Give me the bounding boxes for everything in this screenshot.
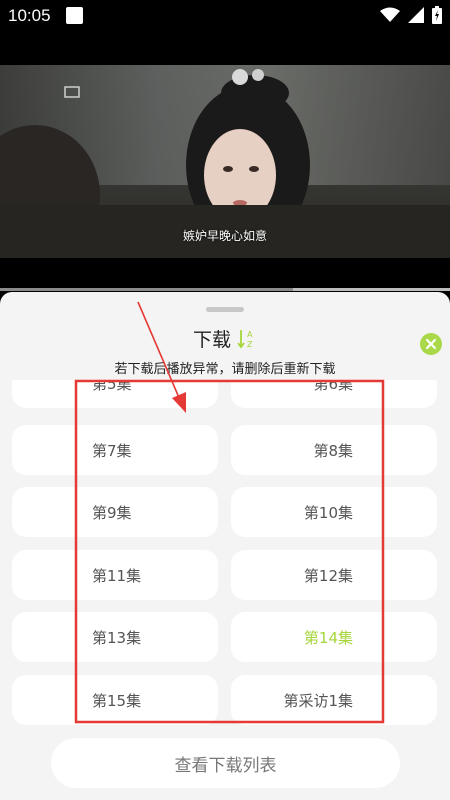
episode-item[interactable]: 第10集 [231,487,437,537]
svg-text:A: A [247,330,253,339]
sheet-header: 下载 A Z [0,325,450,352]
status-bar: 10:05 [0,0,450,32]
close-icon [425,338,437,350]
cast-icon[interactable] [64,85,80,101]
episode-item[interactable]: 第6集 [231,380,437,408]
notification-icon [66,7,83,24]
video-progress-bar[interactable] [0,288,450,291]
episode-item[interactable]: 第7集 [12,425,218,475]
video-progress-fill [0,288,293,291]
episode-item[interactable]: 第5集 [12,380,218,408]
episode-item[interactable]: 第11集 [12,550,218,600]
episode-item[interactable]: 第15集 [12,675,218,725]
status-icons [380,6,442,24]
episode-item[interactable]: 第采访1集 [231,675,437,725]
view-download-list-button[interactable]: 查看下载列表 [51,738,400,788]
episode-item[interactable]: 第13集 [12,612,218,662]
status-time: 10:05 [8,6,51,25]
battery-icon [432,6,442,24]
close-button[interactable] [420,333,442,355]
signal-icon [408,7,424,23]
episode-item[interactable]: 第12集 [231,550,437,600]
video-subtitle: 嫉妒早晚心如意 [182,229,267,243]
episode-item[interactable]: 第9集 [12,487,218,537]
download-sheet: 下载 A Z 若下载后播放异常，请删除后重新下载 第5集 第6集 第7集 第8集… [0,292,450,800]
sheet-title: 下载 [192,329,231,351]
episode-item[interactable]: 第14集 [231,612,437,662]
download-hint: 若下载后播放异常，请删除后重新下载 [114,362,336,377]
episode-grid[interactable]: 第5集 第6集 第7集 第8集 第9集 第10集 第11集 第12集 第13集 … [0,380,450,730]
svg-text:Z: Z [247,340,253,349]
episode-item[interactable]: 第8集 [231,425,437,475]
sort-az-icon[interactable]: A Z [237,328,257,350]
video-player[interactable]: 嫉妒早晚心如意 [0,65,450,258]
drag-handle[interactable] [206,307,244,312]
wifi-icon [380,7,400,22]
